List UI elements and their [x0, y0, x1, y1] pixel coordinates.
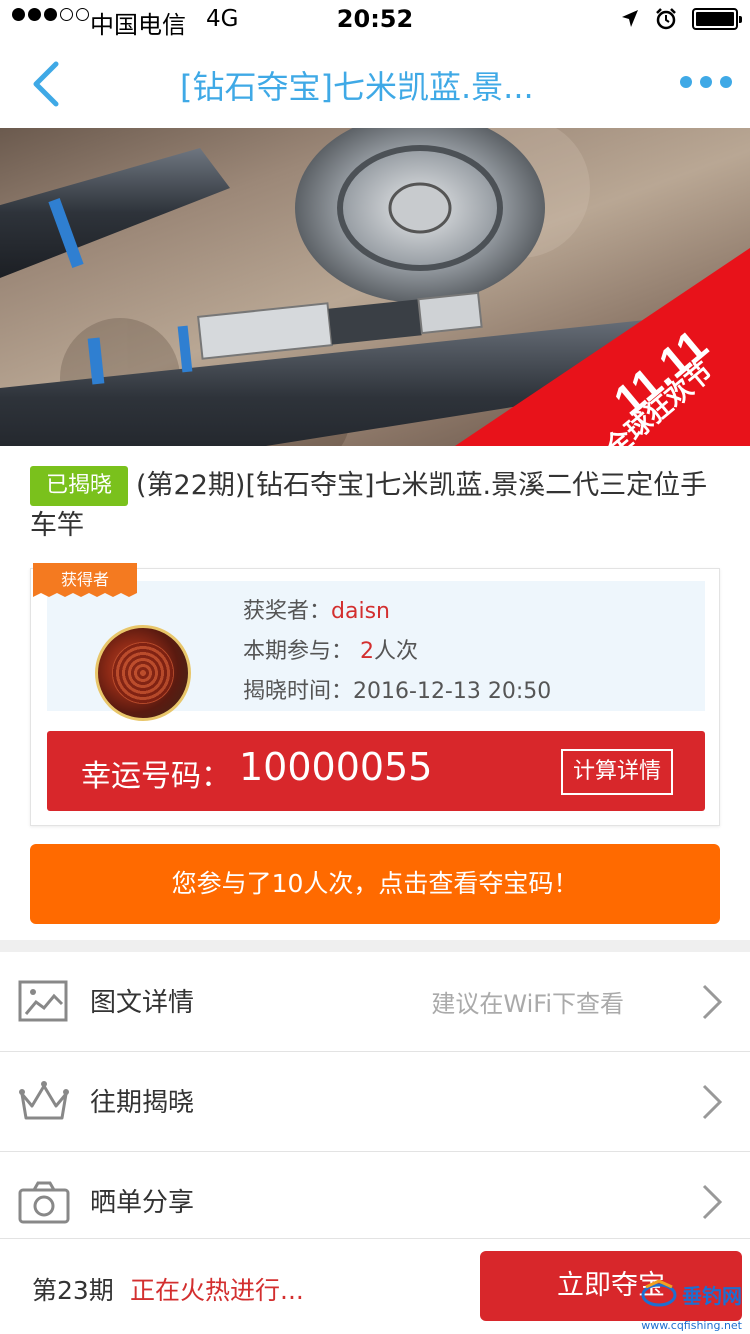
- row-label: 晒单分享: [90, 1188, 195, 1218]
- product-image: 11.11 全球狂欢节: [0, 128, 750, 446]
- more-options-icon[interactable]: [680, 76, 732, 88]
- view-codes-button[interactable]: 您参与了10人次，点击查看夺宝码！: [30, 844, 720, 924]
- section-divider: [0, 940, 750, 952]
- row-image-details[interactable]: 图文详情 建议在WiFi下查看: [0, 952, 750, 1052]
- winner-name-line: 获奖者：daisn: [243, 593, 390, 625]
- reveal-time-label: 揭晓时间：: [243, 679, 354, 704]
- winner-name[interactable]: daisn: [331, 599, 390, 624]
- row-past-results[interactable]: 往期揭晓: [0, 1052, 750, 1152]
- calculation-details-button[interactable]: 计算详情: [560, 749, 673, 795]
- period-status: 正在火热进行...: [130, 1276, 304, 1305]
- camera-icon: [18, 1181, 70, 1224]
- winner-card: 获奖者：daisn 本期参与： 2人次 揭晓时间：2016-12-13 20:5…: [30, 563, 720, 826]
- status-bar: 中国电信 4G 20:52: [0, 0, 750, 40]
- winner-info-panel: 获奖者：daisn 本期参与： 2人次 揭晓时间：2016-12-13 20:5…: [47, 581, 705, 721]
- revealed-badge: 已揭晓: [30, 466, 129, 506]
- battery-icon: [692, 8, 742, 30]
- lucky-number-label: 幸运号码：: [81, 759, 231, 794]
- crown-icon: [19, 1081, 69, 1120]
- winner-ribbon-label: 获得者: [61, 570, 109, 589]
- winner-avatar[interactable]: [95, 625, 191, 721]
- watermark-url: www.cqfishing.net: [641, 1319, 742, 1332]
- winner-label: 获奖者：: [243, 599, 332, 624]
- fishing-logo-icon: [641, 1279, 677, 1307]
- participation-line: 本期参与： 2人次: [243, 633, 418, 665]
- participation-unit: 人次: [374, 639, 419, 664]
- current-period: 第23期: [32, 1276, 114, 1305]
- row-label: 往期揭晓: [90, 1088, 195, 1118]
- lucky-number-bar: 幸运号码： 10000055 计算详情: [47, 731, 705, 811]
- chevron-right-icon: [702, 984, 723, 1020]
- participation-count: 2: [360, 639, 375, 664]
- alarm-clock-icon: [656, 8, 676, 30]
- reveal-time-line: 揭晓时间：2016-12-13 20:50: [243, 673, 551, 705]
- product-title: 已揭晓 (第22期)[钻石夺宝]七米凯蓝.景溪二代三定位手车竿: [30, 466, 720, 546]
- lucky-number: 10000055: [239, 745, 433, 789]
- row-label: 图文详情: [90, 988, 195, 1018]
- page-title: [钻石夺宝]七米凯蓝.景...: [180, 68, 534, 106]
- winner-ribbon-icon: 获得者: [33, 563, 137, 597]
- back-chevron-icon[interactable]: [26, 60, 66, 108]
- bottom-bar: 第23期 正在火热进行... 立即夺宝 垂钓网 www.cqfishing.ne…: [0, 1238, 750, 1334]
- site-watermark: 垂钓网: [640, 1279, 742, 1309]
- watermark-text: 垂钓网: [682, 1283, 742, 1308]
- chevron-right-icon: [702, 1184, 723, 1220]
- product-title-text: (第22期)[钻石夺宝]七米凯蓝.景溪二代三定位手车竿: [30, 470, 708, 541]
- navigation-bar: [钻石夺宝]七米凯蓝.景...: [0, 40, 750, 128]
- participation-label: 本期参与：: [243, 639, 354, 664]
- location-arrow-icon: [622, 10, 638, 27]
- row-hint: 建议在WiFi下查看: [431, 990, 624, 1018]
- reveal-time: 2016-12-13 20:50: [353, 679, 552, 704]
- row-share-orders[interactable]: 晒单分享: [0, 1152, 750, 1252]
- image-icon: [18, 980, 68, 1022]
- chevron-right-icon: [702, 1084, 723, 1120]
